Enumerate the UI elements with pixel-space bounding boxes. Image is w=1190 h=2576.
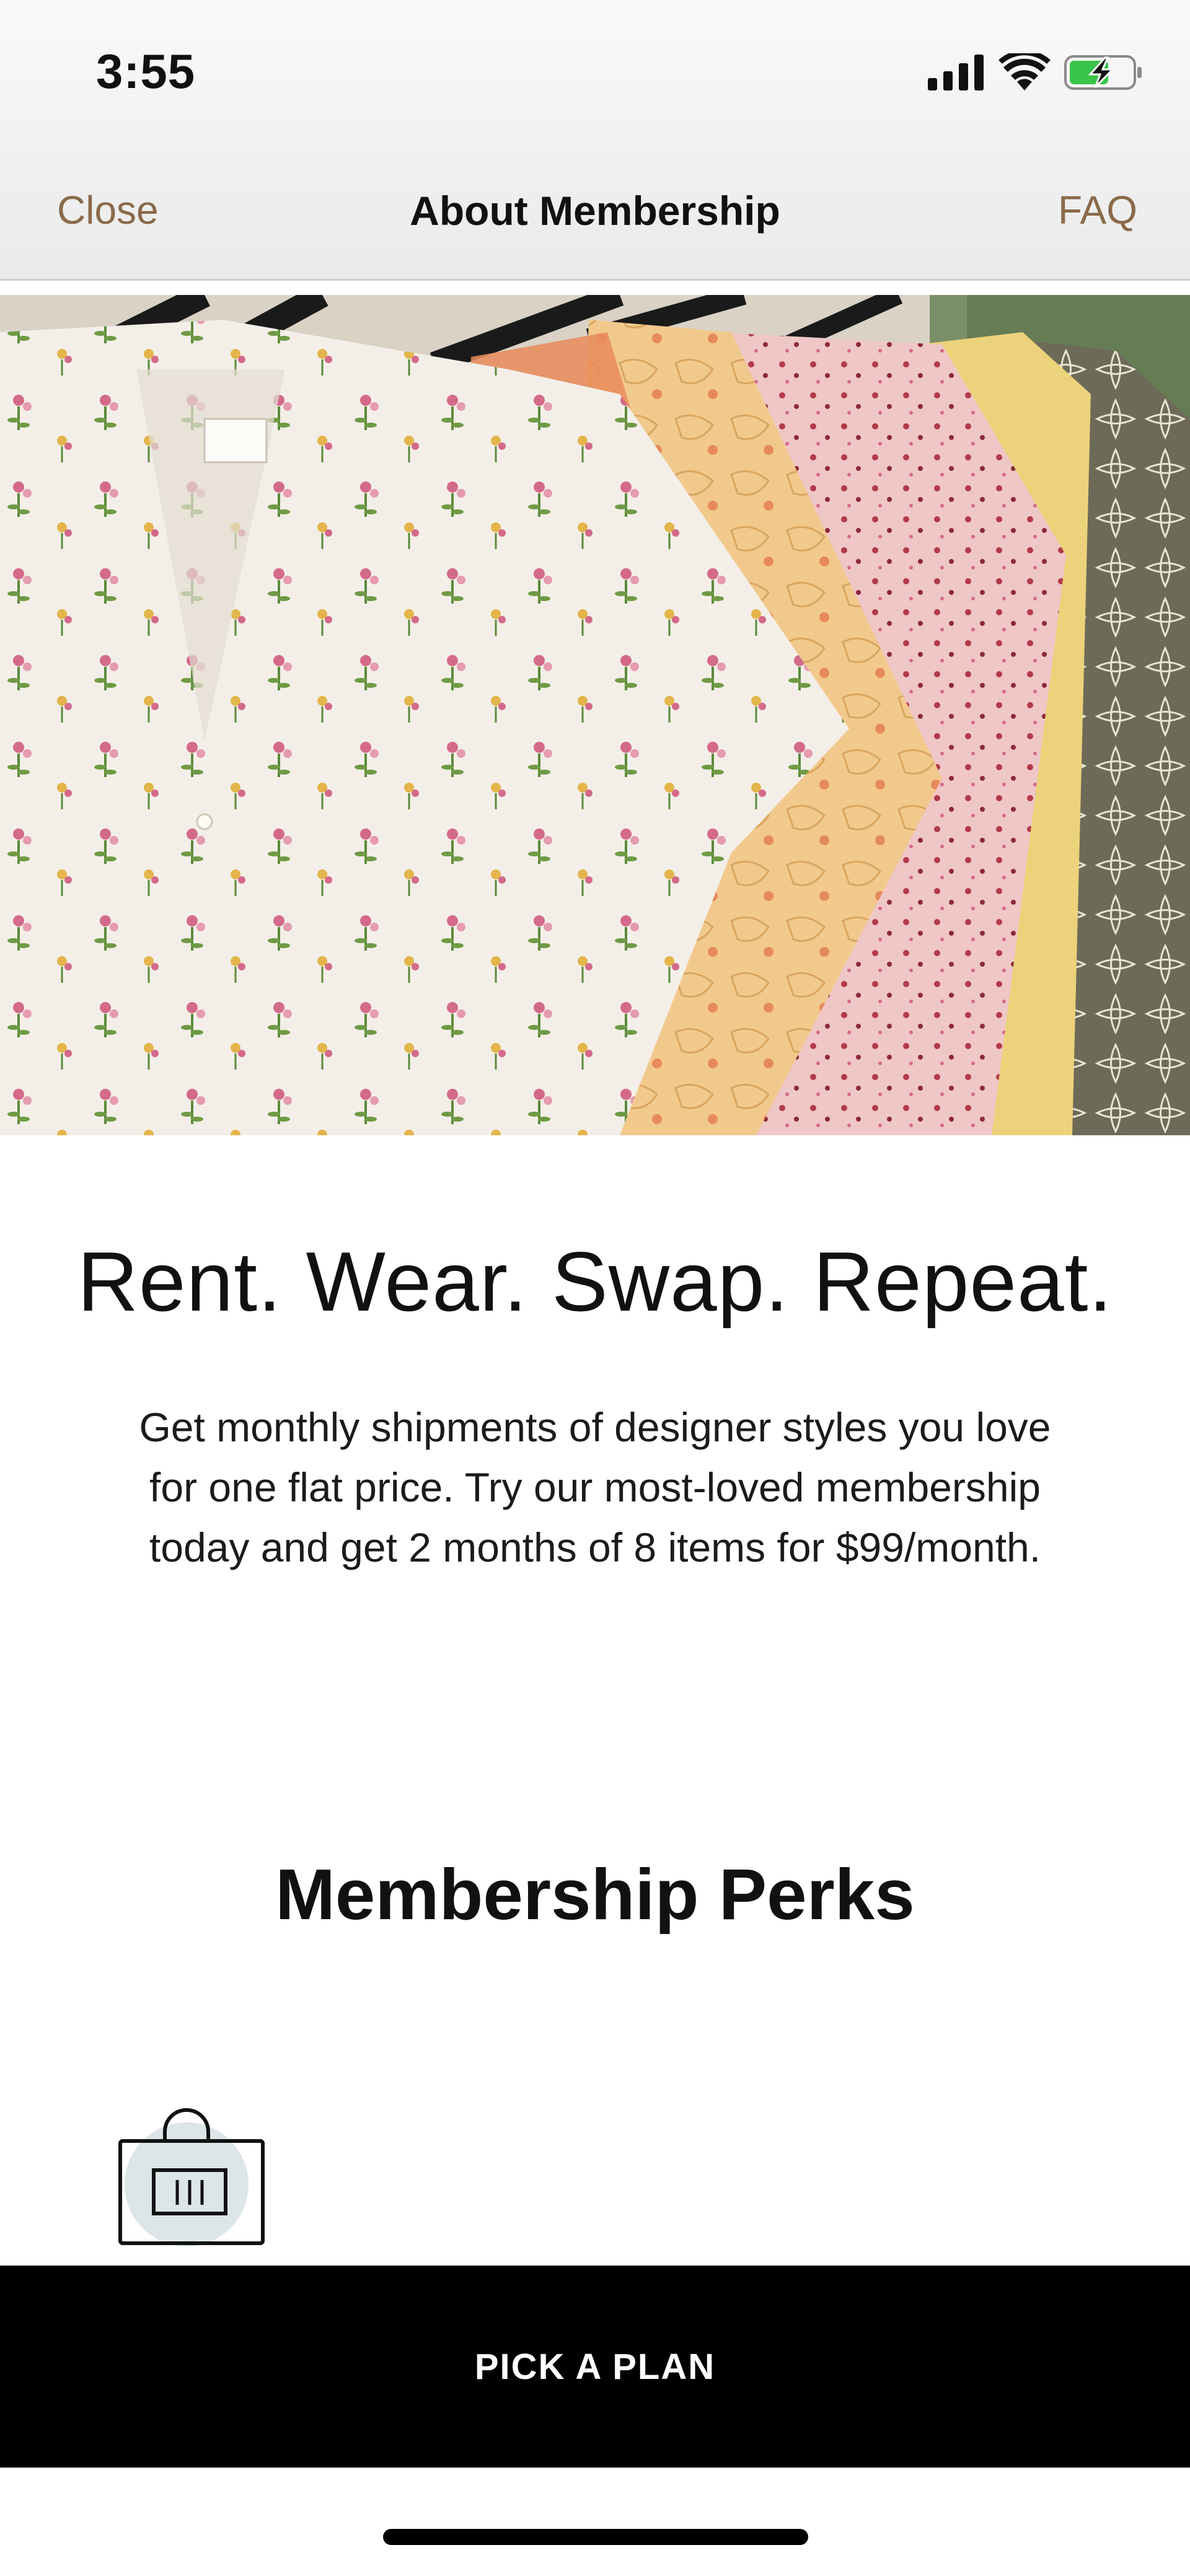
perks-title: Membership Perks xyxy=(275,1854,915,1935)
membership-description: Get monthly shipments of designer styles… xyxy=(139,1404,1051,1570)
wifi-icon xyxy=(998,53,1051,90)
navigation-bar: Close About Membership FAQ xyxy=(0,149,1190,281)
battery-charging-icon xyxy=(1064,55,1142,90)
floral-dresses-on-rack-image xyxy=(0,295,1190,1135)
faq-button[interactable]: FAQ xyxy=(1058,187,1137,233)
status-bar: 3:55 xyxy=(0,0,1190,149)
page-title: About Membership xyxy=(410,188,780,234)
status-time: 3:55 xyxy=(96,44,196,99)
pick-a-plan-label: PICK A PLAN xyxy=(474,2346,716,2387)
perk-item xyxy=(115,2101,270,2249)
home-indicator-area xyxy=(0,2468,1190,2576)
hero-image xyxy=(0,295,1190,1135)
status-icons xyxy=(928,51,1144,94)
cellular-signal-icon xyxy=(928,55,984,90)
pick-a-plan-button[interactable]: PICK A PLAN xyxy=(0,2266,1190,2468)
shopping-bag-icon xyxy=(118,2108,265,2246)
home-indicator[interactable] xyxy=(383,2529,808,2545)
headline: Rent. Wear. Swap. Repeat. xyxy=(77,1234,1113,1329)
